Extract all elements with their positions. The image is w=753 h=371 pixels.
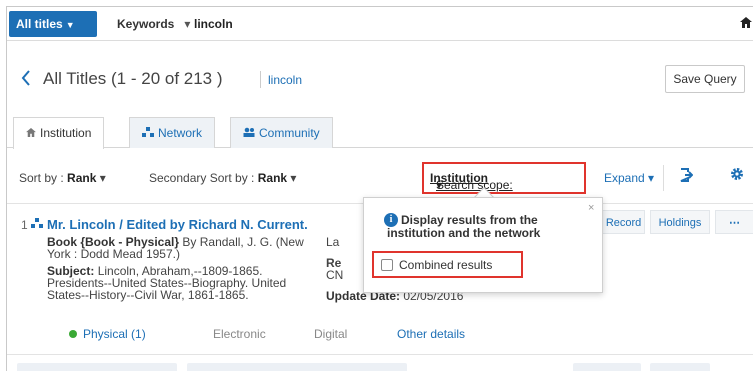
keywords-dropdown[interactable]: Keywords ▾ <box>117 7 190 41</box>
gear-icon[interactable] <box>730 167 744 185</box>
caret-down-icon: ▾ <box>648 171 655 185</box>
result-title-link[interactable]: Mr. Lincoln / Edited by Richard N. Curre… <box>47 217 308 232</box>
next-result-placeholder <box>573 363 641 371</box>
export-icon[interactable] <box>679 168 694 185</box>
toolbar-divider <box>663 165 664 191</box>
all-titles-label: All titles <box>16 17 63 31</box>
network-icon <box>142 127 154 140</box>
search-input[interactable]: lincoln <box>194 7 233 41</box>
physical-availability[interactable]: Physical (1) <box>69 327 146 341</box>
popover-message: Display results from the institution and… <box>387 213 541 240</box>
physical-label: Physical (1) <box>83 327 146 341</box>
combined-results-option[interactable]: Combined results <box>372 251 523 278</box>
more-actions-button[interactable]: ⋯ <box>715 210 753 234</box>
caret-down-icon: ▾ <box>290 171 297 185</box>
caret-down-icon: ▾ <box>99 171 106 185</box>
caret-down-icon: ▾ <box>436 178 443 192</box>
subject-line-3: States--History--Civil War, 1861-1865. <box>47 288 249 302</box>
tab-institution[interactable]: Institution <box>13 117 105 149</box>
next-result-placeholder <box>187 363 407 371</box>
community-icon <box>243 127 255 140</box>
tab-label: Institution <box>40 126 92 140</box>
result-field-cn: CN <box>326 268 344 282</box>
result-author: By Randall, J. G. (New <box>182 235 304 249</box>
home-icon <box>26 128 36 140</box>
tab-label: Network <box>158 126 203 140</box>
page-title: All Titles (1 - 20 of 213 ) <box>43 69 223 88</box>
query-link[interactable]: lincoln <box>268 73 302 87</box>
digital-availability: Digital <box>314 327 348 341</box>
sort-by-value: Rank <box>67 171 97 185</box>
caret-down-icon: ▾ <box>184 17 191 31</box>
back-chevron-icon[interactable] <box>21 70 31 90</box>
next-result-placeholder <box>17 363 177 371</box>
tab-community[interactable]: Community <box>230 117 333 148</box>
sort-by-dropdown[interactable]: Sort by : Rank ▾ <box>19 171 106 185</box>
secondary-sort-value: Rank <box>257 171 288 185</box>
secondary-sort-dropdown[interactable]: Secondary Sort by : Rank ▾ <box>149 171 296 185</box>
keywords-label: Keywords <box>117 17 175 31</box>
expand-dropdown[interactable]: Expand ▾ <box>604 171 654 185</box>
sort-toolbar: Sort by : Rank ▾ Secondary Sort by : Ran… <box>7 161 753 197</box>
search-scope-popover: × i Display results from the institution… <box>363 197 603 293</box>
search-bar: All titles ▼ Keywords ▾ lincoln <box>7 7 753 41</box>
edit-record-button[interactable]: t Record <box>596 210 645 234</box>
available-dot-icon <box>69 330 77 338</box>
save-query-button[interactable]: Save Query <box>665 65 745 93</box>
electronic-availability: Electronic <box>213 327 266 341</box>
holdings-button[interactable]: Holdings <box>650 210 710 234</box>
all-titles-dropdown[interactable]: All titles ▼ <box>9 11 97 37</box>
combined-results-checkbox[interactable] <box>381 259 393 271</box>
home-icon[interactable] <box>740 7 752 41</box>
result-number: 1 <box>21 218 28 232</box>
caret-down-icon: ▼ <box>65 20 75 30</box>
expand-label: Expand <box>604 171 645 185</box>
app-frame: All titles ▼ Keywords ▾ lincoln All Titles… <box>6 6 753 371</box>
tab-bar: Institution Network Community <box>7 117 753 149</box>
tab-label: Community <box>259 126 320 140</box>
tab-network[interactable]: Network <box>129 117 216 148</box>
results-divider <box>7 354 753 355</box>
network-icon <box>31 217 43 231</box>
combined-results-label[interactable]: Combined results <box>399 258 492 272</box>
next-result-placeholder <box>650 363 710 371</box>
result-field-language: La <box>326 235 340 249</box>
search-scope-label: Search scope: <box>436 178 513 192</box>
close-icon[interactable]: × <box>588 202 594 214</box>
search-scope-dropdown[interactable]: Search scope: Institution ▾ <box>430 171 513 192</box>
sort-by-label: Sort by : <box>19 171 64 185</box>
other-details-link[interactable]: Other details <box>397 327 465 341</box>
title-divider <box>260 71 261 88</box>
result-publisher: York : Dodd Mead 1957.) <box>47 247 180 261</box>
search-scope-highlight[interactable]: Search scope: Institution ▾ <box>422 162 586 194</box>
secondary-sort-label: Secondary Sort by : <box>149 171 255 185</box>
